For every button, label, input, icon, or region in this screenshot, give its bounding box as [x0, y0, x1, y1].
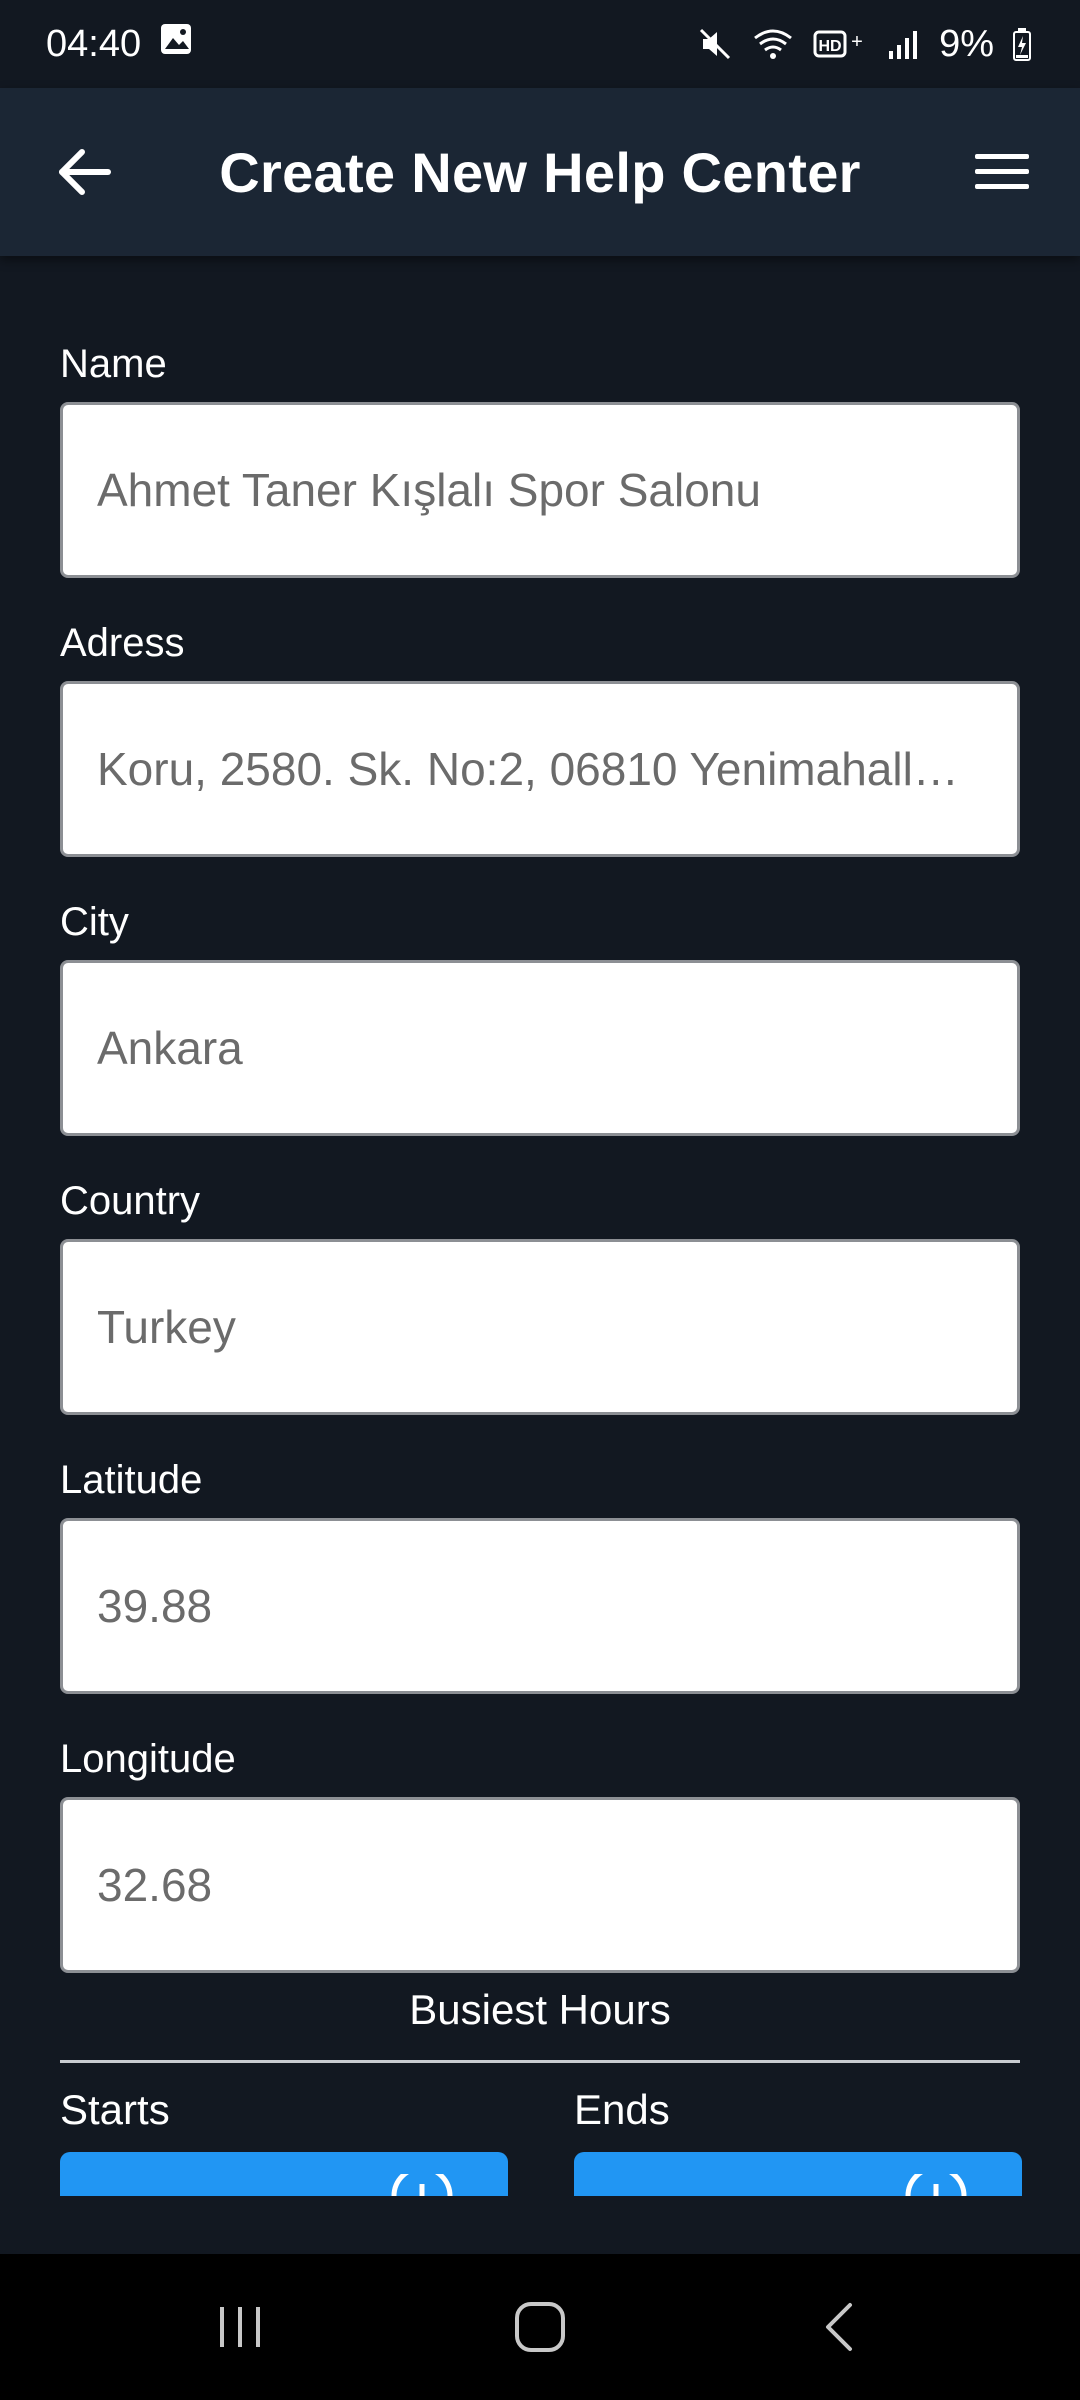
latitude-value: 39.88 — [97, 1580, 213, 1632]
address-field: Adress Koru, 2580. Sk. No:2, 06810 Yenim… — [60, 615, 1020, 857]
back-button[interactable] — [52, 140, 116, 204]
battery-icon — [1012, 27, 1032, 61]
country-input[interactable]: Turkey — [60, 1239, 1020, 1415]
arrow-left-icon — [59, 149, 111, 195]
name-field: Name Ahmet Taner Kışlalı Spor Salonu — [60, 336, 1020, 578]
svg-text:HD: HD — [819, 38, 842, 55]
country-field: Country Turkey — [60, 1173, 1020, 1415]
wifi-icon — [751, 26, 795, 62]
app-bar: Create New Help Center — [0, 88, 1080, 256]
battery-percent: 9% — [939, 22, 994, 65]
recent-apps-button[interactable] — [180, 2267, 300, 2387]
city-value: Ankara — [97, 1022, 243, 1074]
country-label: Country — [60, 1179, 201, 1223]
system-nav-bar — [0, 2254, 1080, 2400]
longitude-input[interactable]: 32.68 — [60, 1797, 1020, 1973]
status-time: 04:40 — [46, 22, 142, 65]
page-title: Create New Help Center — [219, 140, 861, 204]
status-bar: 04:40 HD + 9% — [0, 0, 1080, 88]
latitude-label: Latitude — [60, 1458, 203, 1502]
longitude-label: Longitude — [60, 1737, 236, 1781]
menu-button[interactable] — [970, 140, 1034, 204]
address-label: Adress — [60, 621, 185, 665]
hamburger-menu-icon — [975, 154, 1029, 189]
nav-back-button[interactable] — [780, 2267, 900, 2387]
country-value: Turkey — [97, 1301, 236, 1353]
latitude-input[interactable]: 39.88 — [60, 1518, 1020, 1694]
home-icon — [515, 2302, 565, 2352]
city-label: City — [60, 900, 129, 944]
form-container: Name Ahmet Taner Kışlalı Spor Salonu Adr… — [60, 256, 1020, 2194]
signal-icon — [887, 27, 921, 61]
latitude-field: Latitude 39.88 — [60, 1452, 1020, 1694]
address-value: Koru, 2580. Sk. No:2, 06810 Yenimahall… — [97, 743, 959, 795]
name-input[interactable]: Ahmet Taner Kışlalı Spor Salonu — [60, 402, 1020, 578]
longitude-value: 32.68 — [97, 1859, 213, 1911]
name-label: Name — [60, 342, 167, 386]
longitude-field: Longitude 32.68 — [60, 1731, 1020, 1973]
home-button[interactable] — [480, 2267, 600, 2387]
svg-text:+: + — [851, 31, 863, 53]
city-input[interactable]: Ankara — [60, 960, 1020, 1136]
recent-apps-icon — [220, 2307, 260, 2347]
address-input[interactable]: Koru, 2580. Sk. No:2, 06810 Yenimahall… — [60, 681, 1020, 857]
name-value: Ahmet Taner Kışlalı Spor Salonu — [97, 464, 761, 516]
status-right: HD + 9% — [697, 23, 1032, 66]
hd-plus-icon: HD + — [813, 26, 869, 62]
city-field: City Ankara — [60, 894, 1020, 1136]
mute-icon — [697, 26, 733, 62]
status-left: 04:40 — [46, 22, 193, 66]
image-icon — [159, 22, 193, 66]
back-icon — [826, 2303, 852, 2351]
